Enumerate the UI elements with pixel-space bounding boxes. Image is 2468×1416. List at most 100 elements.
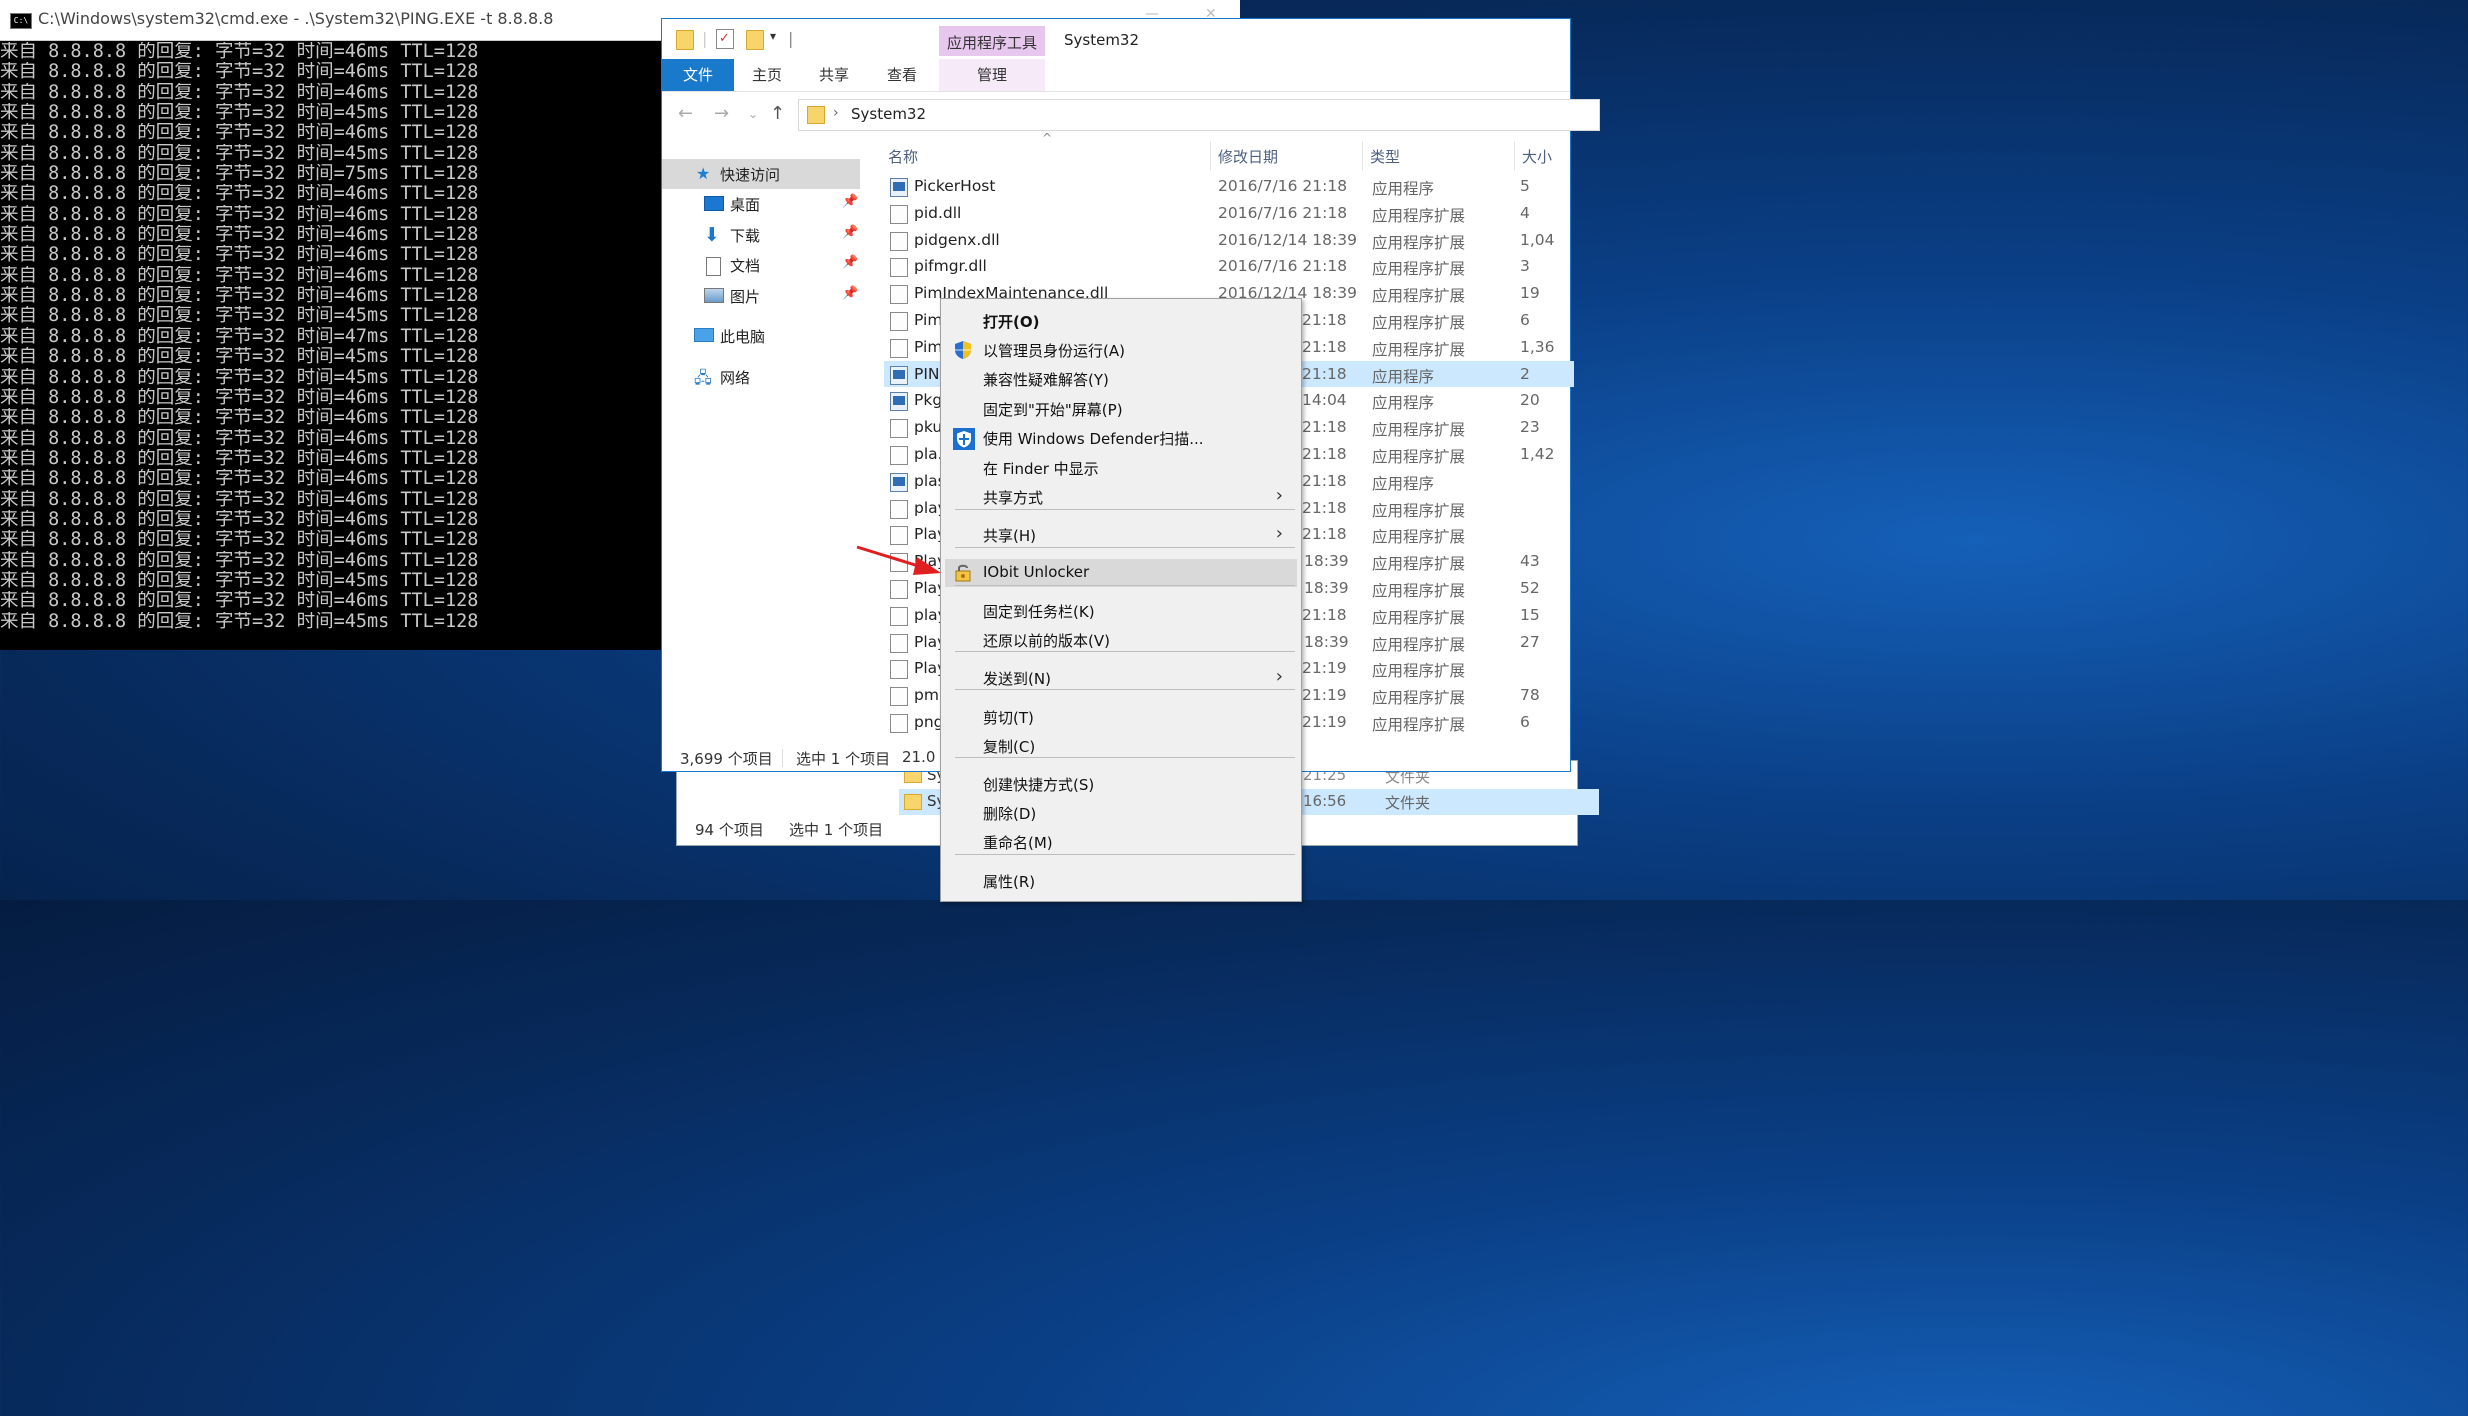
file-row[interactable]: pid.dll 2016/7/16 21:18 应用程序扩展 4 (884, 200, 1574, 227)
cmd-output-line: 来自 8.8.8.8 的回复: 字节=32 时间=45ms TTL=128 (0, 367, 479, 388)
tab-file[interactable]: 文件 (662, 59, 734, 91)
nav-network[interactable]: 🖧 网络 (662, 362, 860, 392)
folder-icon (904, 794, 922, 810)
pin-icon[interactable]: 📌 (842, 286, 858, 301)
back-arrow-icon[interactable]: ← (678, 103, 693, 124)
cmd-output-line: 来自 8.8.8.8 的回复: 字节=32 时间=45ms TTL=128 (0, 347, 479, 368)
file-size: 5 (1520, 177, 1530, 195)
nav-downloads[interactable]: ⬇ 下载 📌 (662, 220, 860, 250)
tab-home[interactable]: 主页 (752, 59, 782, 91)
menu-item[interactable]: 还原以前的版本(V) (945, 626, 1297, 654)
pin-icon[interactable]: 📌 (842, 255, 858, 270)
column-date[interactable]: 修改日期 (1218, 146, 1278, 167)
file-name: Pim (914, 337, 943, 356)
cmd-output-line: 来自 8.8.8.8 的回复: 字节=32 时间=46ms TTL=128 (0, 489, 479, 510)
file-name: PIN (914, 364, 940, 383)
dll-file-icon (890, 660, 908, 680)
file-row[interactable]: PickerHost 2016/7/16 21:18 应用程序 5 (884, 173, 1574, 200)
explorer-title-bar[interactable]: | ✓ ▾ | 应用程序工具 System32 (662, 19, 1570, 59)
file-date: 18:39 (1304, 632, 1349, 651)
cmd-output[interactable]: 来自 8.8.8.8 的回复: 字节=32 时间=46ms TTL=128 来自 … (0, 42, 662, 632)
cmd-output-line: 来自 8.8.8.8 的回复: 字节=32 时间=46ms TTL=128 (0, 42, 479, 62)
menu-item[interactable]: 删除(D) (945, 799, 1297, 827)
arrow-head (913, 557, 941, 575)
network-icon: 🖧 (694, 368, 712, 387)
tab-view[interactable]: 查看 (887, 59, 917, 91)
nav-documents[interactable]: 文档 📌 (662, 250, 860, 280)
file-name: Pkg (914, 391, 943, 410)
nav-quick-access[interactable]: ★ 快速访问 (662, 159, 860, 189)
menu-item-label: 还原以前的版本(V) (983, 632, 1110, 650)
menu-item[interactable]: 以管理员身份运行(A) (945, 336, 1297, 364)
properties-icon[interactable]: ✓ (716, 29, 734, 49)
new-folder-icon[interactable] (746, 30, 764, 50)
menu-item[interactable]: 复制(C) (945, 732, 1297, 760)
menu-item[interactable]: 在 Finder 中显示 (945, 454, 1297, 482)
column-divider[interactable] (1514, 141, 1515, 171)
breadcrumb[interactable]: System32 (851, 105, 926, 123)
menu-item[interactable]: 固定到"开始"屏幕(P) (945, 395, 1297, 423)
chevron-right-icon[interactable]: › (833, 105, 839, 121)
file-type: 应用程序 (1372, 180, 1435, 198)
cmd-output-line: 来自 8.8.8.8 的回复: 字节=32 时间=46ms TTL=128 (0, 387, 479, 408)
dll-file-icon (890, 312, 908, 331)
app-tools-tab: 应用程序工具 (939, 26, 1045, 56)
tab-manage[interactable]: 管理 (939, 59, 1045, 91)
menu-item[interactable]: 共享方式 › (945, 483, 1297, 511)
menu-item[interactable]: IObit Unlocker (945, 559, 1297, 587)
star-icon: ★ (696, 164, 711, 183)
file-type: 应用程序扩展 (1372, 582, 1466, 600)
menu-item[interactable]: 发送到(N) › (945, 664, 1297, 692)
nav-this-pc[interactable]: 此电脑 (662, 321, 860, 351)
column-size[interactable]: 大小 (1522, 146, 1552, 167)
pin-icon[interactable]: 📌 (842, 225, 858, 240)
annotation-arrow-icon (856, 545, 941, 575)
forward-arrow-icon[interactable]: → (714, 103, 729, 124)
address-row: ← → ⌄ ↑ › System32 (662, 93, 1600, 135)
file-row[interactable]: pidgenx.dll 2016/12/14 18:39 应用程序扩展 1,04 (884, 227, 1574, 254)
address-bar[interactable]: › System32 (798, 99, 1600, 131)
menu-item[interactable]: 固定到任务栏(K) (945, 597, 1297, 625)
nav-label: 网络 (720, 369, 751, 387)
up-arrow-icon[interactable]: ↑ (770, 103, 785, 124)
menu-item[interactable]: 创建快捷方式(S) (945, 770, 1297, 798)
menu-item-label: 以管理员身份运行(A) (983, 342, 1125, 360)
pin-icon[interactable]: 📌 (842, 194, 858, 209)
dll-file-icon (890, 714, 908, 733)
nav-desktop[interactable]: 桌面 📌 (662, 189, 860, 219)
application-icon (890, 472, 908, 492)
column-divider[interactable] (1210, 141, 1211, 171)
file-size: 43 (1520, 552, 1540, 571)
file-row[interactable]: pifmgr.dll 2016/7/16 21:18 应用程序扩展 3 (884, 253, 1574, 280)
recent-chevron-icon[interactable]: ⌄ (748, 107, 758, 121)
menu-item[interactable]: 共享(H) › (945, 521, 1297, 549)
file-date: 21:18 (1302, 445, 1347, 463)
column-headers: ^ 名称 修改日期 类型 大小 (882, 131, 1572, 171)
nav-pictures[interactable]: 图片 📌 (662, 281, 860, 311)
customize-toolbar-icon[interactable]: ▾ (770, 29, 776, 43)
cmd-output-line: 来自 8.8.8.8 的回复: 字节=32 时间=45ms TTL=128 (0, 103, 479, 124)
file-date: 21:18 (1302, 525, 1347, 544)
menu-item-label: 使用 Windows Defender扫描... (983, 430, 1204, 448)
column-divider[interactable] (1362, 141, 1363, 171)
context-menu: 打开(O) 以管理员身份运行(A) 兼容性疑难解答(Y) 固定到"开始"屏幕(P) 使用… (940, 298, 1302, 902)
file-date: 14:04 (1302, 391, 1347, 410)
column-type[interactable]: 类型 (1370, 146, 1400, 167)
menu-item-label: 打开(O) (983, 313, 1040, 331)
menu-item[interactable]: 属性(R) (945, 867, 1297, 895)
cmd-output-line: 来自 8.8.8.8 的回复: 字节=32 时间=46ms TTL=128 (0, 428, 479, 449)
menu-item[interactable]: 剪切(T) (945, 703, 1297, 731)
menu-item[interactable]: 兼容性疑难解答(Y) (945, 365, 1297, 393)
menu-item[interactable]: 重命名(M) (945, 828, 1297, 856)
file-type: 应用程序 (1372, 367, 1435, 386)
cmd-window[interactable]: C:\ C:\Windows\system32\cmd.exe - .\Syst… (0, 0, 1240, 650)
selected-size: 21.0 (902, 748, 936, 766)
menu-item[interactable]: 使用 Windows Defender扫描... (945, 424, 1297, 452)
uac-shield-icon (953, 340, 973, 360)
submenu-arrow-icon: › (1275, 485, 1283, 506)
menu-item[interactable]: 打开(O) (945, 307, 1297, 335)
nav-label: 文档 (730, 257, 761, 275)
nav-label: 桌面 (730, 196, 761, 214)
tab-share[interactable]: 共享 (819, 59, 849, 91)
column-name[interactable]: 名称 (888, 146, 918, 167)
